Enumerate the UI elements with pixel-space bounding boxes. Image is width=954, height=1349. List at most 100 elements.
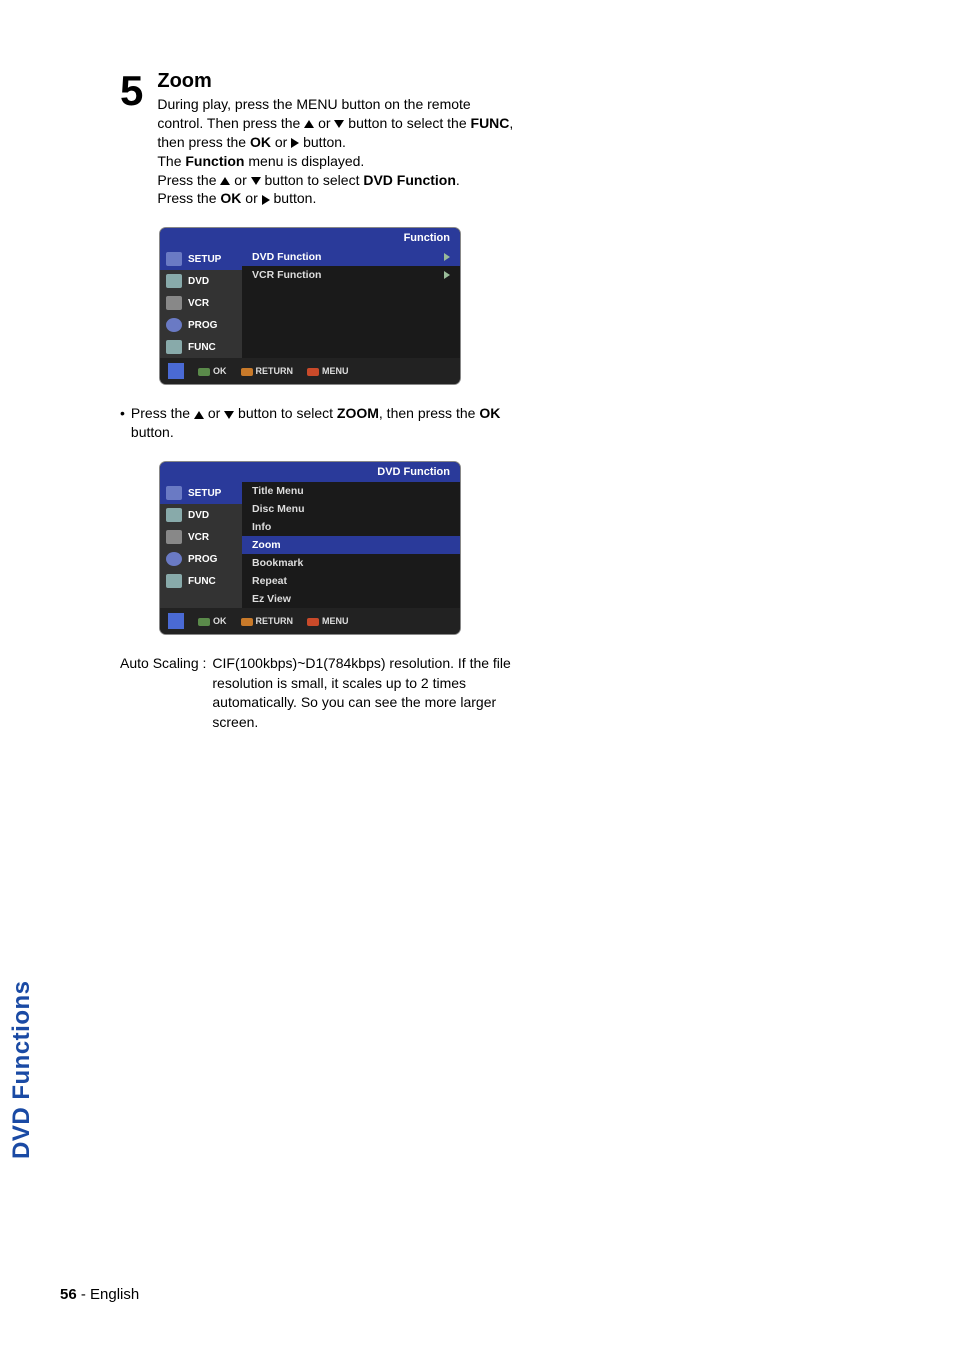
dpad-icon xyxy=(168,613,184,629)
text: RETURN xyxy=(256,366,294,376)
up-arrow-icon xyxy=(194,411,204,419)
ok-icon xyxy=(198,618,210,626)
osd-row: Ez View xyxy=(242,590,460,608)
osd-row: Repeat xyxy=(242,572,460,590)
bullet-instruction: • Press the or button to select ZOOM, th… xyxy=(120,404,520,442)
step-title: Zoom xyxy=(157,70,520,93)
sidebar-item-setup: SETUP xyxy=(160,482,242,504)
text: button to select xyxy=(261,172,364,188)
function-label: Function xyxy=(185,153,244,169)
sidebar-item-dvd: DVD xyxy=(160,270,242,292)
dpad-icon xyxy=(168,363,184,379)
setup-icon xyxy=(166,486,182,500)
sidebar-item-func: FUNC xyxy=(160,570,242,592)
func-label: FUNC xyxy=(471,115,510,131)
func-icon xyxy=(166,574,182,588)
sidebar-label: SETUP xyxy=(188,254,221,265)
sidebar-label: DVD xyxy=(188,510,209,521)
sidebar-item-setup: SETUP xyxy=(160,248,242,270)
auto-scaling-label: Auto Scaling : xyxy=(120,654,206,732)
osd-row-label: DVD Function xyxy=(252,251,321,263)
text: or xyxy=(271,134,291,150)
sidebar-item-vcr: VCR xyxy=(160,526,242,548)
sidebar-label: PROG xyxy=(188,320,217,331)
down-arrow-icon xyxy=(334,120,344,128)
step-5: 5 Zoom During play, press the MENU butto… xyxy=(120,70,520,208)
footer-ok: OK xyxy=(198,366,227,376)
osd-main: DVD Function VCR Function xyxy=(242,248,460,358)
chevron-right-icon xyxy=(444,253,450,261)
osd-row: Info xyxy=(242,518,460,536)
osd-row-label: Disc Menu xyxy=(252,503,305,515)
dash: - xyxy=(81,1286,86,1303)
ok-label: OK xyxy=(220,190,241,206)
osd-row-dvd-function: DVD Function xyxy=(242,248,460,266)
up-arrow-icon xyxy=(220,177,230,185)
osd-body: SETUP DVD VCR PROG FUNC Title Menu Disc … xyxy=(160,482,460,608)
vcr-icon xyxy=(166,296,182,310)
osd-footer: OK RETURN MENU xyxy=(160,358,460,384)
sidebar-label: SETUP xyxy=(188,488,221,499)
down-arrow-icon xyxy=(251,177,261,185)
dvd-icon xyxy=(166,274,182,288)
dvd-function-label: DVD Function xyxy=(363,172,456,188)
osd-row-vcr-function: VCR Function xyxy=(242,266,460,284)
footer-menu: MENU xyxy=(307,616,349,626)
page-number: 56 xyxy=(60,1286,77,1303)
osd-body: SETUP DVD VCR PROG FUNC DVD Function VCR… xyxy=(160,248,460,358)
setup-icon xyxy=(166,252,182,266)
text: button to select the xyxy=(344,115,470,131)
bullet-text: Press the or button to select ZOOM, then… xyxy=(131,404,520,442)
text: Press the xyxy=(157,190,220,206)
osd-row: Disc Menu xyxy=(242,500,460,518)
return-icon xyxy=(241,368,253,376)
up-arrow-icon xyxy=(304,120,314,128)
auto-scaling-body: CIF(100kbps)~D1(784kbps) resolution. If … xyxy=(212,654,520,732)
text: button to select xyxy=(234,405,337,421)
dvd-icon xyxy=(166,508,182,522)
menu-icon xyxy=(307,618,319,626)
step-paragraph-2: The Function menu is displayed. xyxy=(157,152,520,171)
ok-label: OK xyxy=(250,134,271,150)
step-number: 5 xyxy=(120,70,143,112)
osd-row-label: Info xyxy=(252,521,271,533)
zoom-label: ZOOM xyxy=(337,405,379,421)
sidebar-label: PROG xyxy=(188,554,217,565)
text: Press the xyxy=(157,172,220,188)
ok-label: OK xyxy=(479,405,500,421)
text: OK xyxy=(213,366,227,376)
auto-scaling-note: Auto Scaling : CIF(100kbps)~D1(784kbps) … xyxy=(120,654,520,732)
text: or xyxy=(241,190,261,206)
text: OK xyxy=(213,616,227,626)
text: MENU xyxy=(322,616,349,626)
sidebar-label: VCR xyxy=(188,532,209,543)
return-icon xyxy=(241,618,253,626)
section-tab: DVD Functions xyxy=(8,981,36,1160)
footer-return: RETURN xyxy=(241,616,294,626)
text: Press the xyxy=(131,405,194,421)
sidebar-label: FUNC xyxy=(188,342,216,353)
osd-row-label: Title Menu xyxy=(252,485,304,497)
text: button. xyxy=(299,134,346,150)
step-paragraph-1: During play, press the MENU button on th… xyxy=(157,95,520,152)
sidebar-item-prog: PROG xyxy=(160,314,242,336)
osd-row-label: Ez View xyxy=(252,593,291,605)
sidebar-label: FUNC xyxy=(188,576,216,587)
sidebar-item-prog: PROG xyxy=(160,548,242,570)
footer-menu: MENU xyxy=(307,366,349,376)
func-icon xyxy=(166,340,182,354)
osd-sidebar: SETUP DVD VCR PROG FUNC xyxy=(160,482,242,608)
osd-footer: OK RETURN MENU xyxy=(160,608,460,634)
osd-title: Function xyxy=(160,228,460,248)
language: English xyxy=(90,1286,139,1303)
content-column: 5 Zoom During play, press the MENU butto… xyxy=(120,70,520,733)
text: MENU xyxy=(322,366,349,376)
text: or xyxy=(230,172,250,188)
osd-main: Title Menu Disc Menu Info Zoom Bookmark … xyxy=(242,482,460,608)
ok-icon xyxy=(198,368,210,376)
text: , then press the xyxy=(379,405,479,421)
text: menu is displayed. xyxy=(244,153,364,169)
text: . xyxy=(456,172,460,188)
osd-row: Bookmark xyxy=(242,554,460,572)
sidebar-item-dvd: DVD xyxy=(160,504,242,526)
